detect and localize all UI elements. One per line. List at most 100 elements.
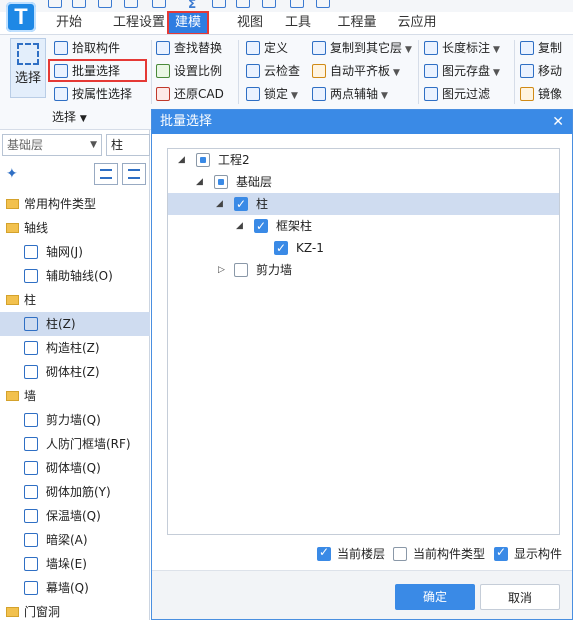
collapse-arrow-icon[interactable]: ◢ [236,215,243,237]
collapse-arrow-icon[interactable]: ◢ [216,193,223,215]
tree-label: 砌体柱(Z) [46,365,100,379]
tree-item[interactable]: 辅助轴线(O) [0,264,150,288]
tree-item[interactable]: 柱(Z) [0,312,150,336]
column-checkbox[interactable] [234,193,248,215]
tree-row-floor[interactable]: ◢ 基础层 [168,171,559,193]
component-icon [24,581,38,595]
scale-icon [156,64,170,78]
copy-to-other-floor-button[interactable]: 复制到其它层 ▼ [312,37,412,59]
element-filter-button[interactable]: 图元过滤 [424,83,490,105]
collapse-arrow-icon[interactable]: ◢ [196,171,203,193]
current-type-checkbox[interactable] [393,547,407,561]
tree-category[interactable]: 墙 [0,384,150,408]
tree-item[interactable]: 砌体加筋(Y) [0,480,150,504]
frame-column-checkbox[interactable] [254,215,268,237]
expand-arrow-icon[interactable]: ▷ [218,259,225,281]
tree-row-shear-wall[interactable]: ▷ 剪力墙 [168,259,559,281]
set-scale-button[interactable]: 设置比例 [156,60,222,82]
new-component-icon[interactable]: ✦ [6,166,18,182]
tab-tools[interactable]: 工具 [278,12,318,34]
tab-view[interactable]: 视图 [230,12,270,34]
tree-category[interactable]: 轴线 [0,216,150,240]
floor-checkbox[interactable] [214,175,228,189]
close-icon[interactable]: ✕ [552,110,564,134]
element-save-button[interactable]: 图元存盘 ▼ [424,60,500,82]
tree-item[interactable]: 砌体柱(Z) [0,360,150,384]
tree-item[interactable]: 轴网(J) [0,240,150,264]
tree-row-kz1[interactable]: KZ-1 [168,237,559,259]
tab-project-settings[interactable]: 工程设置 [108,12,170,34]
tools-icon[interactable] [290,0,304,8]
tab-quantity[interactable]: 工程量 [332,12,382,34]
app-logo-icon[interactable]: T [6,2,36,32]
cloud-icon[interactable] [316,0,330,8]
show-members-checkbox[interactable] [494,543,508,561]
new-file-icon[interactable] [48,0,62,8]
tree-item[interactable]: 砌体墙(Q) [0,456,150,480]
component-icon [24,365,38,379]
tree-item[interactable]: 人防门框墙(RF) [0,432,150,456]
save-icon[interactable] [98,0,112,8]
current-floor-checkbox[interactable] [317,543,331,561]
calc-icon[interactable] [212,0,226,8]
list-view-button[interactable] [94,163,118,185]
component-icon [24,557,38,571]
tree-item[interactable]: 构造柱(Z) [0,336,150,360]
tree-row-frame-column[interactable]: ◢ 框架柱 [168,215,559,237]
redo-icon[interactable] [152,0,166,8]
tree-row-column[interactable]: ◢ 柱 [168,193,559,215]
undo-icon[interactable] [124,0,138,8]
cancel-button[interactable]: 取消 [480,584,560,610]
kz1-checkbox[interactable] [274,237,288,259]
element-save-icon [424,64,438,78]
define-button[interactable]: 定义 [246,37,288,59]
filter-icon [424,87,438,101]
shear-wall-checkbox[interactable] [234,263,248,277]
tree-item[interactable]: 剪力墙(Q) [0,408,150,432]
component-icon [24,317,38,331]
tree-item[interactable]: 暗梁(A) [0,528,150,552]
show-members-option[interactable]: 显示构件 [494,543,562,563]
copy-button[interactable]: 复制 [520,37,562,59]
folder-icon [6,295,19,305]
select-group-label[interactable]: 选择 ▼ [52,108,87,125]
component-icon [24,341,38,355]
auto-align-slab-button[interactable]: 自动平齐板 ▼ [312,60,400,82]
cloud-check-button[interactable]: 云检查 [246,60,300,82]
pick-member-button[interactable]: 拾取构件 [54,37,120,59]
tree-item[interactable]: 墙垛(E) [0,552,150,576]
move-button[interactable]: 移动 [520,60,562,82]
batch-select-dialog: 批量选择 ✕ ◢ 工程2 ◢ 基础层 ◢ 柱 ◢ 框架柱 KZ-1 ▷ [151,109,573,620]
select-button[interactable]: 选择 [10,38,46,98]
tab-start[interactable]: 开始 [40,12,98,34]
report-icon[interactable] [236,0,250,8]
restore-cad-button[interactable]: 还原CAD [156,83,224,105]
floor-select[interactable]: 基础层 ▼ [2,134,102,156]
tab-cloud[interactable]: 云应用 [392,12,442,34]
tree-category[interactable]: 门窗洞 [0,600,150,620]
tree-category[interactable]: 常用构件类型 [0,192,150,216]
tab-modeling[interactable]: 建模 [167,11,209,35]
collapse-arrow-icon[interactable]: ◢ [178,149,185,171]
ok-button[interactable]: 确定 [395,584,475,610]
tree-category[interactable]: 柱 [0,288,150,312]
check-icon[interactable] [262,0,276,8]
length-dimension-button[interactable]: 长度标注 ▼ [424,37,500,59]
find-replace-button[interactable]: 查找替换 [156,37,222,59]
lock-button[interactable]: 锁定 ▼ [246,83,298,105]
select-by-attribute-button[interactable]: 按属性选择 [54,83,132,105]
mirror-button[interactable]: 镜像 [520,83,562,105]
detail-view-button[interactable] [122,163,146,185]
component-type-select[interactable]: 柱 [106,134,150,156]
tree-label: 构造柱(Z) [46,341,100,355]
open-file-icon[interactable] [72,0,86,8]
tree-item[interactable]: 幕墙(Q) [0,576,150,600]
current-floor-option[interactable]: 当前楼层 [317,543,385,563]
sum-icon[interactable]: Σ [188,0,196,11]
tree-item[interactable]: 保温墙(Q) [0,504,150,528]
two-point-axis-button[interactable]: 两点辅轴 ▼ [312,83,388,105]
current-type-option[interactable]: 当前构件类型 [393,545,485,563]
move-icon [520,64,534,78]
tree-row-project[interactable]: ◢ 工程2 [168,149,559,171]
project-checkbox[interactable] [196,153,210,167]
